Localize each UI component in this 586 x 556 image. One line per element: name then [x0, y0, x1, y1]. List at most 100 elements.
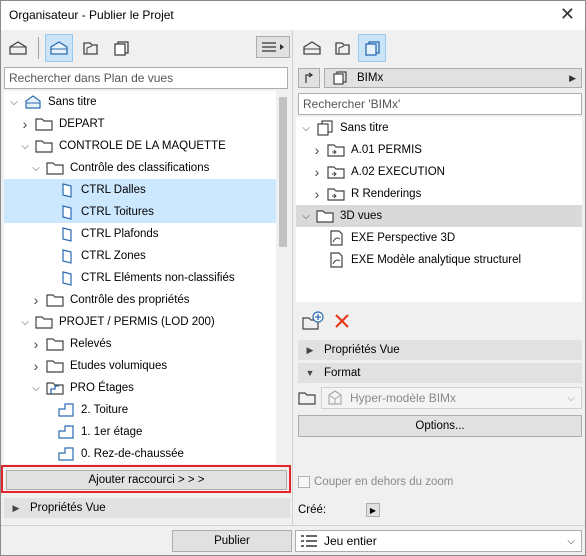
format-panel[interactable]: ▼ Format: [298, 363, 582, 383]
folder-icon: [46, 336, 64, 352]
created-expand-button[interactable]: ▶: [366, 503, 380, 517]
right-search-input[interactable]: Rechercher 'BIMx': [298, 93, 582, 115]
chevron-down-icon[interactable]: ⌵: [300, 211, 312, 222]
tree-item[interactable]: ⌵ CONTROLE DE LA MAQUETTE: [4, 135, 276, 157]
chevron-right-icon[interactable]: ›: [19, 116, 31, 132]
tree-item-label: CTRL Eléments non-classifiés: [81, 272, 235, 284]
chevron-down-icon[interactable]: ⌵: [19, 317, 31, 328]
publish-button[interactable]: Publier: [172, 530, 292, 552]
tree-item-label: CTRL Dalles: [81, 184, 146, 196]
chevron-right-icon[interactable]: ›: [30, 292, 42, 308]
right-publisher-sets-button[interactable]: [358, 34, 386, 62]
tree-item[interactable]: › Relevés: [4, 333, 276, 355]
tree-item[interactable]: CTRL Plafonds: [4, 223, 276, 245]
tree-item-label: PRO Étages: [70, 382, 134, 394]
format-dropdown[interactable]: Hyper-modèle BIMx ⌵: [321, 387, 582, 409]
chevron-right-icon[interactable]: ›: [30, 336, 42, 352]
publisher-set-dropdown[interactable]: BIMx ▶: [324, 68, 582, 88]
chevron-right-icon[interactable]: ›: [311, 186, 323, 202]
tree-item-label: R Renderings: [351, 188, 422, 200]
story-folder-icon: [46, 380, 64, 396]
list-icon: [301, 535, 317, 547]
tree-item[interactable]: ⌵ PRO Étages: [4, 377, 276, 399]
layout-book-icon: [83, 42, 98, 55]
right-layout-book-button[interactable]: [328, 34, 356, 62]
folder-icon: [46, 160, 64, 176]
layout-book-button[interactable]: [76, 34, 104, 62]
right-view-map-button[interactable]: [298, 34, 326, 62]
story-icon: [57, 424, 75, 440]
layout-book-icon: [335, 42, 350, 55]
publish-action-button[interactable]: [298, 68, 320, 88]
chevron-down-icon[interactable]: ⌵: [300, 123, 312, 134]
chevron-down-icon[interactable]: ⌵: [30, 383, 42, 394]
3d-view-icon: [57, 226, 75, 242]
left-scrollbar[interactable]: [276, 91, 290, 464]
chevron-right-icon[interactable]: ›: [311, 142, 323, 158]
3d-view-icon: [57, 182, 75, 198]
tree-item[interactable]: › A.02 EXECUTION: [296, 161, 582, 183]
subset-folder-icon: [327, 164, 345, 180]
bimx-icon: [328, 390, 342, 405]
project-map-icon: [9, 41, 27, 55]
delete-button[interactable]: [333, 312, 353, 332]
view-map-button[interactable]: [45, 34, 73, 62]
tree-item-label: Sans titre: [48, 96, 97, 108]
format-folder-icon: [298, 389, 316, 407]
chevron-right-icon[interactable]: ›: [311, 164, 323, 180]
left-properties-panel[interactable]: ▶ Propriétés Vue: [4, 498, 290, 518]
publisher-set-tree: ⌵ Sans titre › A.01 PERMIS › A.02 EXECUTION › R…: [296, 117, 582, 302]
close-icon[interactable]: ✕: [560, 4, 575, 25]
view-map-icon: [303, 41, 321, 55]
project-map-button[interactable]: [4, 34, 32, 62]
chevron-down-icon[interactable]: ⌵: [8, 97, 20, 108]
subset-folder-icon: [327, 142, 345, 158]
publisher-set-icon: [316, 120, 334, 136]
tree-item[interactable]: 0. Rez-de-chaussée: [4, 443, 276, 464]
3d-view-icon: [57, 270, 75, 286]
folder-icon: [35, 116, 53, 132]
new-folder-button[interactable]: [301, 310, 325, 332]
tree-item[interactable]: › Etudes volumiques: [4, 355, 276, 377]
publisher-sets-icon: [333, 71, 347, 85]
tree-item[interactable]: ⌵ Sans titre: [4, 91, 276, 113]
clip-checkbox[interactable]: [298, 476, 310, 488]
highlight-frame: [1, 465, 291, 493]
options-button[interactable]: Options...: [298, 415, 582, 437]
folder-icon: [46, 292, 64, 308]
folder-icon: [35, 314, 53, 330]
tree-item[interactable]: ⌵ 3D vues: [296, 205, 582, 227]
tree-item[interactable]: › Contrôle des propriétés: [4, 289, 276, 311]
tree-item[interactable]: 2. Toiture: [4, 399, 276, 421]
3d-view-icon: [57, 204, 75, 220]
scope-dropdown[interactable]: Jeu entier ⌵: [295, 530, 582, 552]
chevron-down-icon[interactable]: ⌵: [30, 163, 42, 174]
tree-item[interactable]: › DEPART: [4, 113, 276, 135]
tree-item[interactable]: CTRL Toitures: [4, 201, 276, 223]
tree-item[interactable]: ⌵ Contrôle des classifications: [4, 157, 276, 179]
tree-item[interactable]: ⌵ PROJET / PERMIS (LOD 200): [4, 311, 276, 333]
tree-item[interactable]: › R Renderings: [296, 183, 582, 205]
tree-item-label: PROJET / PERMIS (LOD 200): [59, 316, 215, 328]
tree-item-label: CONTROLE DE LA MAQUETTE: [59, 140, 226, 152]
tree-item[interactable]: CTRL Zones: [4, 245, 276, 267]
right-properties-panel[interactable]: ▶ Propriétés Vue: [298, 340, 582, 360]
left-scrollbar-thumb[interactable]: [279, 97, 287, 247]
tree-item[interactable]: CTRL Eléments non-classifiés: [4, 267, 276, 289]
chevron-down-icon[interactable]: ⌵: [19, 141, 31, 152]
publisher-sets-button[interactable]: [107, 34, 135, 62]
chevron-down-icon: ⌵: [567, 535, 575, 547]
tree-item[interactable]: › A.01 PERMIS: [296, 139, 582, 161]
tree-item[interactable]: 1. 1er étage: [4, 421, 276, 443]
tree-item[interactable]: EXE Modèle analytique structurel: [296, 249, 582, 271]
tree-item-label: 0. Rez-de-chaussée: [81, 448, 184, 460]
story-icon: [57, 402, 75, 418]
left-search-input[interactable]: Rechercher dans Plan de vues: [4, 67, 288, 89]
tree-item[interactable]: CTRL Dalles: [4, 179, 276, 201]
view-map-icon: [50, 41, 68, 55]
tree-item[interactable]: EXE Perspective 3D: [296, 227, 582, 249]
tree-item[interactable]: ⌵ Sans titre: [296, 117, 582, 139]
tree-menu-button[interactable]: [256, 36, 290, 58]
publisher-sets-icon: [114, 41, 129, 56]
chevron-right-icon[interactable]: ›: [30, 358, 42, 374]
